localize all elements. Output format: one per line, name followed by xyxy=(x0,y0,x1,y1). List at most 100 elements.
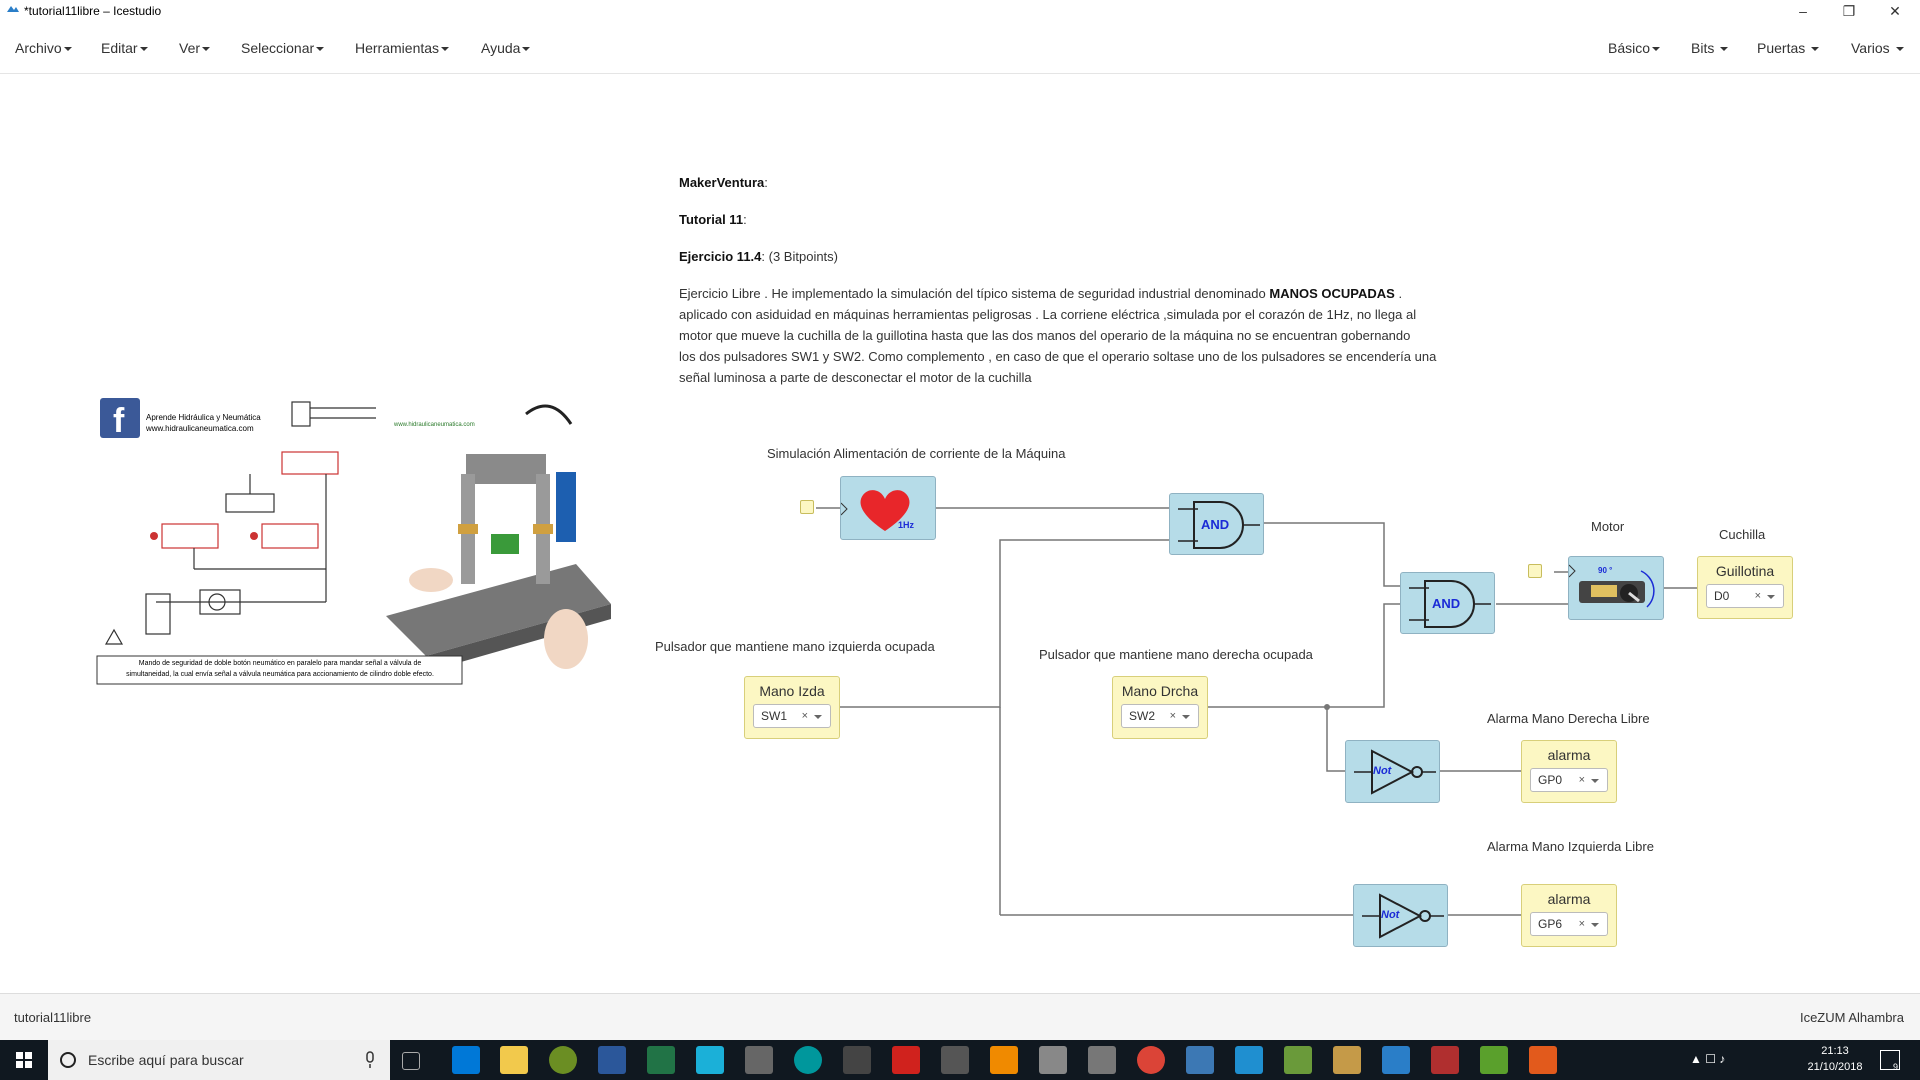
vscode-icon[interactable] xyxy=(1235,1046,1263,1074)
motor-servo-block[interactable]: 90 ° xyxy=(1568,556,1664,620)
menu-puertas[interactable]: Puertas xyxy=(1757,40,1820,56)
project-name: tutorial11libre xyxy=(14,1010,92,1025)
io-name: alarma xyxy=(1547,747,1591,763)
restore-button[interactable]: ❐ xyxy=(1826,0,1872,22)
menu-varios[interactable]: Varios xyxy=(1851,40,1904,56)
calculator-icon[interactable] xyxy=(1039,1046,1067,1074)
notepad-icon[interactable] xyxy=(1480,1046,1508,1074)
heart-input-port[interactable] xyxy=(800,500,814,514)
svg-text:f: f xyxy=(113,402,125,440)
mail-icon[interactable] xyxy=(1088,1046,1116,1074)
input-mano-izda[interactable]: Mano Izda SW1 × xyxy=(744,676,840,739)
app-globe-icon[interactable] xyxy=(549,1046,577,1074)
menu-ayuda[interactable]: Ayuda xyxy=(481,40,531,56)
windows-start-icon[interactable] xyxy=(0,1040,48,1080)
app-fc-icon[interactable] xyxy=(1431,1046,1459,1074)
and-gate-2[interactable]: AND xyxy=(1400,572,1495,634)
status-bar xyxy=(0,993,1920,1040)
inkscape-icon[interactable] xyxy=(843,1046,871,1074)
board-name[interactable]: IceZUM Alhambra xyxy=(1800,1010,1904,1025)
pin-select[interactable]: SW1 × xyxy=(753,704,831,728)
not-gate-1-label: Not xyxy=(1373,765,1392,777)
menu-bits[interactable]: Bits xyxy=(1691,40,1729,56)
exercise-line: Ejercicio 11.4: (3 Bitpoints) xyxy=(679,249,839,264)
output-guillotina[interactable]: Guillotina D0 × xyxy=(1697,556,1793,619)
fb-text: Aprende Hidráulica y Neumática www.hidrau… xyxy=(146,413,261,433)
app-window-icon[interactable] xyxy=(745,1046,773,1074)
heart-1hz-block[interactable]: 1Hz xyxy=(840,476,936,540)
pneumatic-illustration: f Aprende Hidráulica y Neumática www.hid… xyxy=(96,394,624,686)
chrome-icon[interactable] xyxy=(1137,1046,1165,1074)
pin-select[interactable]: SW2 × xyxy=(1121,704,1199,728)
task-view-icon[interactable] xyxy=(402,1052,420,1070)
io-name: alarma xyxy=(1547,891,1591,907)
app-network-icon[interactable] xyxy=(1186,1046,1214,1074)
app-f-icon[interactable] xyxy=(892,1046,920,1074)
output-alarma-gp0[interactable]: alarma GP0 × xyxy=(1521,740,1617,803)
vlc-icon[interactable] xyxy=(990,1046,1018,1074)
window-title: *tutorial11libre – Icestudio xyxy=(24,4,162,18)
and-gate-1-label: AND xyxy=(1201,517,1230,532)
system-tray-icons[interactable]: ▲ ☐ ♪ xyxy=(1690,1052,1790,1070)
menu-seleccionar[interactable]: Seleccionar xyxy=(241,40,325,56)
excel-icon[interactable] xyxy=(647,1046,675,1074)
right-hand-label: Pulsador que mantiene mano derecha ocupa… xyxy=(1039,647,1313,662)
io-name: Mano Drcha xyxy=(1121,683,1199,699)
heart-hz-text: 1Hz xyxy=(898,520,915,530)
not-gate-2[interactable]: Not xyxy=(1353,884,1448,947)
app-diamond-icon[interactable] xyxy=(1284,1046,1312,1074)
illustration-caption: Mando de seguridad de doble botón neumát… xyxy=(126,660,434,678)
sim-label: Simulación Alimentación de corriente de … xyxy=(767,446,1066,461)
alarm-left-label: Alarma Mano Izquierda Libre xyxy=(1487,839,1654,854)
close-button[interactable]: ✕ xyxy=(1872,0,1918,22)
menu-archivo[interactable]: Archivo xyxy=(15,40,72,56)
word-icon[interactable] xyxy=(598,1046,626,1074)
left-hand-label: Pulsador que mantiene mano izquierda ocu… xyxy=(655,639,935,654)
alarm-right-label: Alarma Mano Derecha Libre xyxy=(1487,711,1650,726)
menu-basico[interactable]: Básico xyxy=(1608,40,1661,56)
app-c-icon[interactable] xyxy=(696,1046,724,1074)
motor-label: Motor xyxy=(1591,519,1625,534)
search-placeholder: Escribe aquí para buscar xyxy=(88,1052,244,1068)
servo-motor-icon xyxy=(1568,564,1655,608)
menu-herramientas[interactable]: Herramientas xyxy=(355,40,450,56)
microphone-icon[interactable] xyxy=(364,1051,376,1069)
app-shield-icon[interactable] xyxy=(1529,1046,1557,1074)
output-alarma-gp6[interactable]: alarma GP6 × xyxy=(1521,884,1617,947)
pin-select[interactable]: GP0 × xyxy=(1530,768,1608,792)
file-explorer-icon[interactable] xyxy=(500,1046,528,1074)
notification-count: 9 xyxy=(1893,1062,1899,1072)
io-name: Guillotina xyxy=(1715,563,1775,579)
menu-ver[interactable]: Ver xyxy=(179,40,211,56)
input-mano-drcha[interactable]: Mano Drcha SW2 × xyxy=(1112,676,1208,739)
arduino-icon[interactable] xyxy=(794,1046,822,1074)
heart-icon xyxy=(840,490,910,531)
and-gate-2-label: AND xyxy=(1432,596,1461,611)
description-text: Ejercicio Libre . He implementado la sim… xyxy=(679,286,1437,385)
and-gate-1[interactable]: AND xyxy=(1169,493,1264,555)
motor-angle-text: 90 ° xyxy=(1598,566,1613,575)
icestudio-taskbar-icon[interactable] xyxy=(1382,1046,1410,1074)
not-gate-1[interactable]: Not xyxy=(1345,740,1440,803)
watermark-text: www.hidraulicaneumatica.com xyxy=(394,422,475,428)
taskbar-clock[interactable]: 21:13 21/10/2018 xyxy=(1800,1043,1870,1075)
motor-input-port[interactable] xyxy=(1528,564,1542,578)
menu-editar[interactable]: Editar xyxy=(101,40,148,56)
illustration-drawing: f xyxy=(96,398,611,685)
app-controller-icon[interactable] xyxy=(941,1046,969,1074)
not-gate-icon xyxy=(1354,749,1436,795)
icestudio-icon xyxy=(7,6,19,12)
pin-select[interactable]: GP6 × xyxy=(1530,912,1608,936)
not-gate-icon xyxy=(1362,893,1444,939)
io-name: Mano Izda xyxy=(759,683,825,699)
title-bar xyxy=(0,0,1920,22)
edge-icon[interactable] xyxy=(452,1046,480,1074)
minimize-button[interactable]: – xyxy=(1780,0,1826,22)
cuchilla-label: Cuchilla xyxy=(1719,527,1766,542)
app-document-icon[interactable] xyxy=(1333,1046,1361,1074)
pin-select[interactable]: D0 × xyxy=(1706,584,1784,608)
tutorial-line: Tutorial 11: xyxy=(679,212,747,227)
not-gate-2-label: Not xyxy=(1381,909,1400,921)
author-line: MakerVentura: xyxy=(679,175,768,190)
search-icon xyxy=(60,1052,76,1068)
